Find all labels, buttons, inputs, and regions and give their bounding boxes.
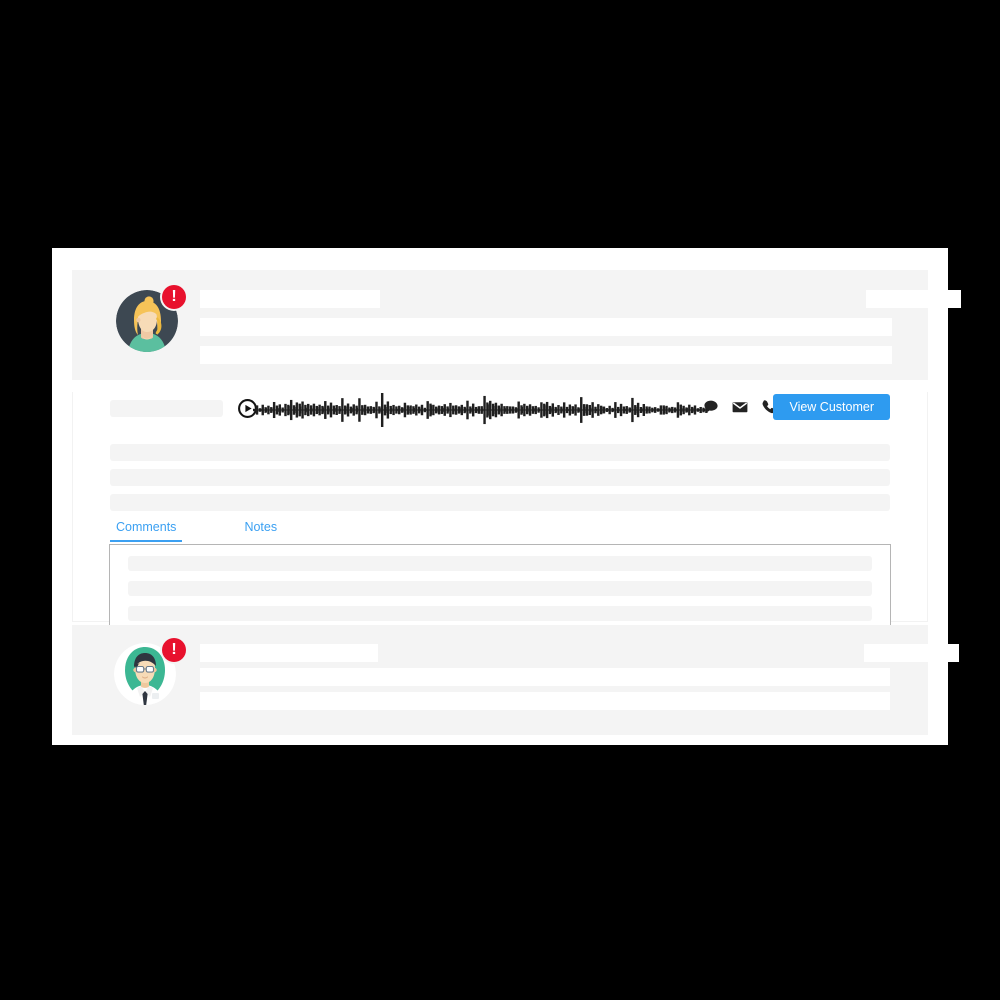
header-detail-line-1 [200,668,890,686]
detail-row-1 [110,444,890,461]
record-card-body: View Customer Comments Notes [72,392,928,632]
header-row-2 [200,668,910,686]
alert-badge-symbol: ! [171,287,177,305]
alert-badge-symbol: ! [171,640,177,658]
header-placeholder-fields [200,644,959,710]
comment-line-2 [128,581,872,596]
header-detail-line-2 [200,692,890,710]
record-card-header[interactable]: ! [72,270,961,380]
header-row-3 [200,346,910,364]
audio-player-row: View Customer [73,392,927,428]
record-card-collapsed[interactable]: ! [72,625,959,735]
header-row-2 [200,318,910,336]
tab-notes[interactable]: Notes [238,520,283,542]
header-status-placeholder[interactable] [866,290,961,308]
header-row-1 [200,290,961,308]
header-detail-line-2 [200,346,892,364]
detail-row-2 [110,469,890,486]
alert-exclamation-icon[interactable]: ! [162,638,186,662]
avatar[interactable]: ! [116,285,186,358]
avatar[interactable]: ! [114,638,186,715]
email-icon[interactable] [732,399,748,415]
call-duration-placeholder [110,400,223,417]
screenshot-stage: ! View Customer Comments Notes ! [0,0,1000,1000]
detail-row-3 [110,494,890,511]
tab-comments[interactable]: Comments [110,520,183,542]
record-card-expanded: ! View Customer Comments Notes [72,270,961,632]
comment-line-3 [128,606,872,621]
page-sheet: ! View Customer Comments Notes ! [52,248,961,745]
record-detail-rows [110,444,890,519]
header-placeholder-fields [200,290,961,374]
customer-name-placeholder[interactable] [200,644,378,662]
audio-waveform[interactable] [253,392,708,428]
comment-icon[interactable] [703,399,719,415]
comments-panel[interactable] [109,544,891,632]
comment-line-1 [128,556,872,571]
tab-notes-label: Notes [244,520,278,534]
alert-exclamation-icon[interactable]: ! [162,285,186,309]
tab-comments-label: Comments [116,520,177,534]
header-row-3 [200,692,910,710]
record-action-icons [703,399,777,415]
tab-spacer [182,520,238,542]
record-tabs: Comments Notes [110,520,283,542]
view-customer-button[interactable]: View Customer [773,394,890,420]
header-row-1 [200,644,959,662]
customer-name-placeholder[interactable] [200,290,380,308]
header-detail-line-1 [200,318,892,336]
header-status-placeholder[interactable] [864,644,959,662]
